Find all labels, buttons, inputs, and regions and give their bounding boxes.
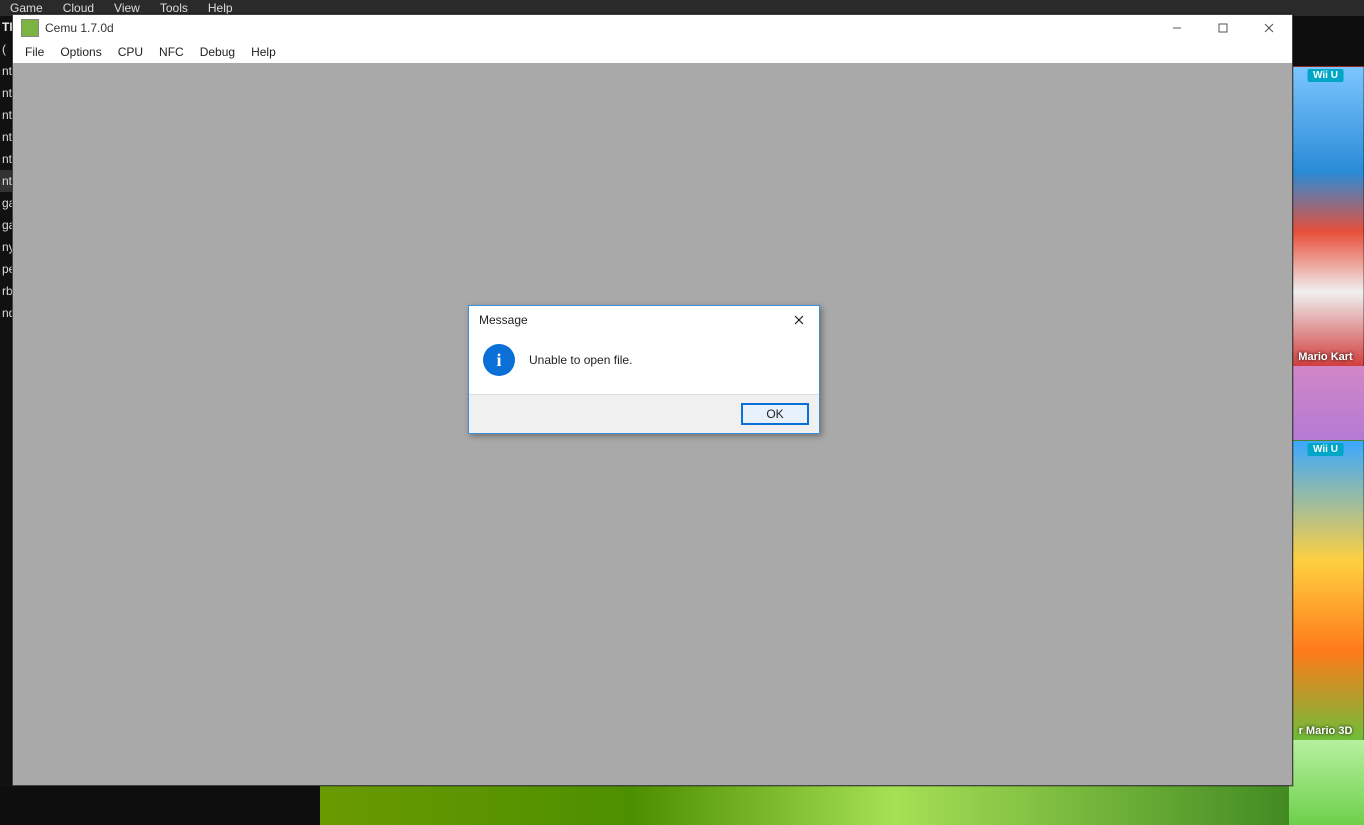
close-icon [1264, 23, 1274, 33]
menu-cpu[interactable]: CPU [110, 45, 151, 59]
menu-debug[interactable]: Debug [192, 45, 243, 59]
bg-menu-help[interactable]: Help [198, 1, 243, 15]
minimize-button[interactable] [1154, 15, 1200, 41]
close-button[interactable] [1246, 15, 1292, 41]
minimize-icon [1172, 23, 1182, 33]
bg-menu-cloud[interactable]: Cloud [53, 1, 104, 15]
dialog-titlebar[interactable]: Message [469, 306, 819, 334]
game-tile-label: Mario Kart [1288, 351, 1363, 363]
background-art-strip [320, 786, 1364, 825]
dialog-body: i Unable to open file. [469, 334, 819, 394]
menu-help[interactable]: Help [243, 45, 284, 59]
menu-nfc[interactable]: NFC [151, 45, 192, 59]
cemu-window-title: Cemu 1.7.0d [45, 21, 114, 35]
dialog-message: Unable to open file. [529, 353, 632, 367]
wiiu-badge-icon: Wii U [1307, 443, 1344, 456]
ok-button[interactable]: OK [741, 403, 809, 425]
dialog-footer: OK [469, 394, 819, 433]
background-art-bottom [1289, 740, 1364, 825]
game-tile-mario-kart[interactable]: Wii U Mario Kart [1287, 66, 1364, 368]
dialog-title: Message [479, 313, 528, 327]
game-tile-label: r Mario 3D [1288, 725, 1363, 737]
info-icon: i [483, 344, 515, 376]
cemu-menubar: File Options CPU NFC Debug Help [13, 41, 1292, 63]
maximize-button[interactable] [1200, 15, 1246, 41]
menu-file[interactable]: File [17, 45, 52, 59]
bg-menu-game[interactable]: Game [0, 1, 53, 15]
background-art-gap [1289, 366, 1364, 440]
bg-menu-tools[interactable]: Tools [150, 1, 198, 15]
cemu-app-icon [21, 19, 39, 37]
dialog-close-button[interactable] [779, 306, 819, 334]
menu-options[interactable]: Options [52, 45, 109, 59]
maximize-icon [1218, 23, 1228, 33]
game-tile-mario-3d[interactable]: Wii U r Mario 3D [1287, 440, 1364, 742]
wiiu-badge-icon: Wii U [1307, 69, 1344, 82]
cemu-titlebar[interactable]: Cemu 1.7.0d [13, 15, 1292, 41]
bg-menu-view[interactable]: View [104, 1, 150, 15]
message-dialog: Message i Unable to open file. OK [468, 305, 820, 434]
close-icon [794, 315, 804, 325]
